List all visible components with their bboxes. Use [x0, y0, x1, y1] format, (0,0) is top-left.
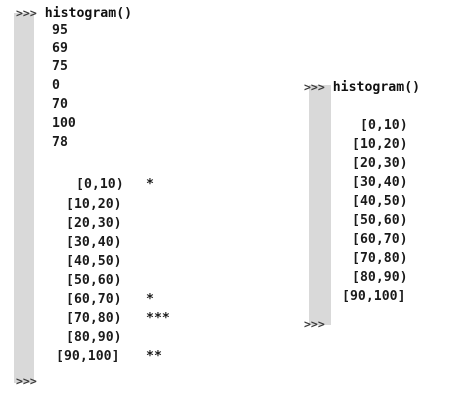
bin-range: [70,80)	[66, 311, 122, 326]
input-value: 0	[52, 78, 60, 93]
prompt: >>>	[16, 6, 37, 20]
bin-range: [0,10)	[360, 118, 408, 133]
bin-range: [50,60)	[66, 273, 122, 288]
bin-range: [60,70)	[352, 232, 408, 247]
input-value: 78	[52, 135, 68, 150]
bin-range: [40,50)	[66, 254, 122, 269]
bin-stars: ***	[146, 311, 170, 326]
bin-range: [20,30)	[352, 156, 408, 171]
input-value: 70	[52, 97, 68, 112]
input-value: 95	[52, 23, 68, 38]
bin-range: [10,20)	[66, 197, 122, 212]
command-text: histogram()	[332, 80, 421, 95]
bin-range: [20,30)	[66, 216, 122, 231]
bin-stars: **	[146, 349, 162, 364]
right-console: >>> histogram() [0,10) [10,20) [20,30) […	[296, 0, 460, 412]
left-console: >>> histogram() 95 69 75 0 70 100 78 [0,…	[0, 0, 200, 412]
bin-stars: *	[146, 292, 154, 307]
bin-range: [80,90)	[352, 270, 408, 285]
prompt: >>>	[304, 80, 325, 94]
end-prompt: >>>	[16, 374, 37, 388]
input-value: 75	[52, 59, 68, 74]
input-value: 69	[52, 41, 68, 56]
right-console-gutter	[309, 85, 331, 325]
left-command-line: >>> histogram()	[16, 4, 132, 24]
command-text: histogram()	[44, 6, 133, 21]
bin-range: [0,10)	[76, 177, 124, 192]
bin-range: [30,40)	[66, 235, 122, 250]
right-command-line: >>> histogram()	[304, 78, 420, 98]
end-prompt: >>>	[304, 317, 325, 331]
input-value: 100	[52, 116, 76, 131]
bin-range: [40,50)	[352, 194, 408, 209]
bin-range: [10,20)	[352, 137, 408, 152]
bin-range: [60,70)	[66, 292, 122, 307]
bin-range: [90,100]	[342, 289, 406, 304]
bin-range: [80,90)	[66, 330, 122, 345]
bin-range: [70,80)	[352, 251, 408, 266]
bin-range: [50,60)	[352, 213, 408, 228]
bin-range: [30,40)	[352, 175, 408, 190]
bin-range: [90,100]	[56, 349, 120, 364]
left-console-gutter	[14, 13, 34, 383]
bin-stars: *	[146, 177, 154, 192]
